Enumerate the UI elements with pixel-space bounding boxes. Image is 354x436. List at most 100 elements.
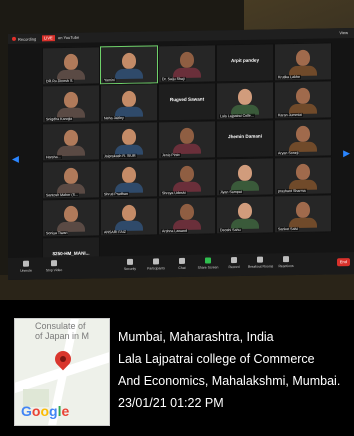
participant-tile[interactable]: Karan Jummiai (274, 80, 332, 120)
participant-tile[interactable]: Arshna Lawand (158, 196, 216, 236)
previous-page-icon[interactable]: ◀ (12, 154, 19, 165)
participant-video-face (122, 204, 136, 222)
participant-tile[interactable]: Jhemin Damani (216, 119, 274, 159)
participant-tile[interactable]: Shreya Udeshi (158, 158, 216, 198)
participant-video-face (180, 127, 194, 144)
location-city: Mumbai, Maharashtra, India (118, 330, 274, 344)
participant-tile[interactable]: Rugved Sawant (158, 82, 216, 122)
participant-video-face (180, 165, 194, 182)
participant-video-face (64, 129, 78, 147)
unmute-button[interactable]: Unmute (14, 260, 38, 273)
participant-video-face (296, 49, 310, 66)
participant-video-face (180, 203, 194, 220)
participant-tile[interactable]: Aryan Soneji (274, 118, 332, 158)
participant-name: Arpit pandey (230, 57, 260, 64)
photo-of-monitor: Recording LIVE on YouTube View ◀ ▶ DR.Ru… (0, 0, 354, 300)
participant-name: DR.Ru.Dinesh S. (45, 78, 75, 84)
participant-video-face (296, 125, 310, 142)
live-badge[interactable]: LIVE (42, 35, 55, 42)
participant-tile[interactable]: Yamini (100, 45, 158, 85)
view-button[interactable]: View (339, 30, 348, 36)
share-screen-label: Share Screen (197, 265, 219, 270)
participant-tile[interactable]: Snigdha Kanojia (42, 84, 100, 124)
participant-tile[interactable]: prashant Sharma (274, 156, 332, 196)
reactions-button[interactable]: Reactions (274, 256, 298, 268)
participant-tile[interactable]: Harsha... (42, 122, 100, 162)
participant-tile[interactable]: Lala Lajpatrai Colle... (216, 81, 274, 121)
participant-name: Sanket Salvi (277, 226, 299, 232)
stop-video-label: Stop Video (45, 268, 63, 273)
participant-name: 8250-HM_MANI... (52, 250, 90, 257)
participant-video-face (238, 202, 252, 219)
participant-tile[interactable]: Jenis Pinto (158, 120, 216, 160)
security-label: Security (123, 266, 137, 271)
chat-button[interactable]: Chat (170, 257, 194, 271)
participant-gallery: DR.Ru.Dinesh S. Yamini Dr. Saiju Shaji Arpi… (42, 42, 332, 276)
participant-tile[interactable]: Arpit pandey (216, 43, 274, 83)
participant-video-body (115, 68, 143, 80)
participant-name: Jiyan Sampat (219, 189, 243, 195)
participant-tile[interactable]: DR.Ru.Dinesh S. (42, 46, 100, 86)
geotagged-photo: Recording LIVE on YouTube View ◀ ▶ DR.Ru… (0, 0, 354, 436)
participant-tile[interactable]: Dr. Saiju Shaji (158, 44, 216, 84)
next-page-icon[interactable]: ▶ (343, 148, 350, 159)
participant-tile[interactable]: Jiyan Sampat (216, 157, 274, 197)
share-screen-button[interactable]: Share Screen (196, 257, 220, 270)
chat-bubble-icon (179, 257, 185, 265)
reactions-label: Reactions (278, 264, 294, 269)
security-button[interactable]: Security (118, 258, 142, 271)
participant-tile[interactable]: Neha Jaitley (100, 83, 158, 123)
end-meeting-button[interactable]: End (336, 258, 350, 267)
participant-name: Lala Lajpatrai Colle... (219, 113, 255, 119)
participant-name: ANSARI FAIZ (103, 229, 127, 235)
location-place: Lala Lajpatrai college of Commerce (118, 352, 315, 366)
participant-video-face (296, 201, 310, 218)
participant-name: Jaiprakash R. SIUR (103, 153, 137, 159)
location-map-thumbnail: Consulate of of Japan in M Google (14, 318, 110, 426)
map-place-label: Consulate of (35, 321, 86, 331)
participant-tile[interactable]: Santosh Maher (S... (42, 160, 100, 200)
stop-video-button[interactable]: Stop Video (42, 260, 66, 272)
location-address: And Economics, Mahalakshmi, Mumbai. (118, 374, 341, 388)
participant-name: Harsha... (45, 155, 62, 160)
participant-video-face (122, 90, 136, 108)
meeting-topbar: Recording LIVE on YouTube View (8, 27, 354, 44)
recording-indicator[interactable]: Recording (12, 36, 36, 42)
record-button[interactable]: Record (222, 257, 246, 269)
participant-tile[interactable]: Shruti Pradhan (100, 159, 158, 199)
live-on-label: on YouTube (58, 34, 80, 41)
geotag-overlay: Consulate of of Japan in M Google Mumbai… (0, 300, 354, 436)
participant-name: Yamini (103, 78, 116, 83)
participant-tile[interactable]: Deoshi Sahu (216, 195, 274, 235)
breakout-label: Breakout Rooms (248, 264, 274, 269)
participant-video-face (64, 53, 78, 71)
participant-video-face (238, 164, 252, 181)
participant-name: prashant Sharma (277, 188, 307, 194)
participants-button[interactable]: Participants (144, 258, 168, 271)
participant-video-face (296, 87, 310, 104)
record-label: Record (228, 264, 240, 270)
share-screen-icon (205, 257, 211, 264)
participant-name: Arshna Lawand (161, 228, 188, 234)
participant-tile[interactable]: Krutika Lakhe (274, 42, 332, 82)
chat-label: Chat (178, 265, 186, 271)
participant-name: Deoshi Sahu (219, 227, 242, 233)
participant-name: Snigdha Kanojia (45, 116, 74, 122)
breakout-rooms-icon (257, 256, 263, 263)
participant-video-face (64, 91, 78, 109)
participant-tile[interactable]: Sanket Salvi (274, 194, 332, 234)
record-dot-icon (12, 36, 16, 41)
record-icon (231, 257, 237, 264)
participant-video-face (180, 51, 194, 68)
participant-tile[interactable]: ANSARI FAIZ (100, 197, 158, 237)
participant-tile[interactable]: Jaiprakash R. SIUR (100, 121, 158, 161)
participant-name: Shreya Udeshi (161, 190, 187, 196)
google-logo: Google (21, 403, 70, 419)
video-camera-icon (51, 260, 57, 267)
participant-name: Shruti Pradhan (103, 191, 129, 197)
participant-video-face (238, 88, 252, 105)
participants-label: Participants (147, 266, 165, 271)
participant-tile[interactable]: Soniya Tiwari (42, 198, 100, 238)
breakout-rooms-button[interactable]: Breakout Rooms (248, 256, 274, 269)
participant-video-face (64, 167, 78, 185)
